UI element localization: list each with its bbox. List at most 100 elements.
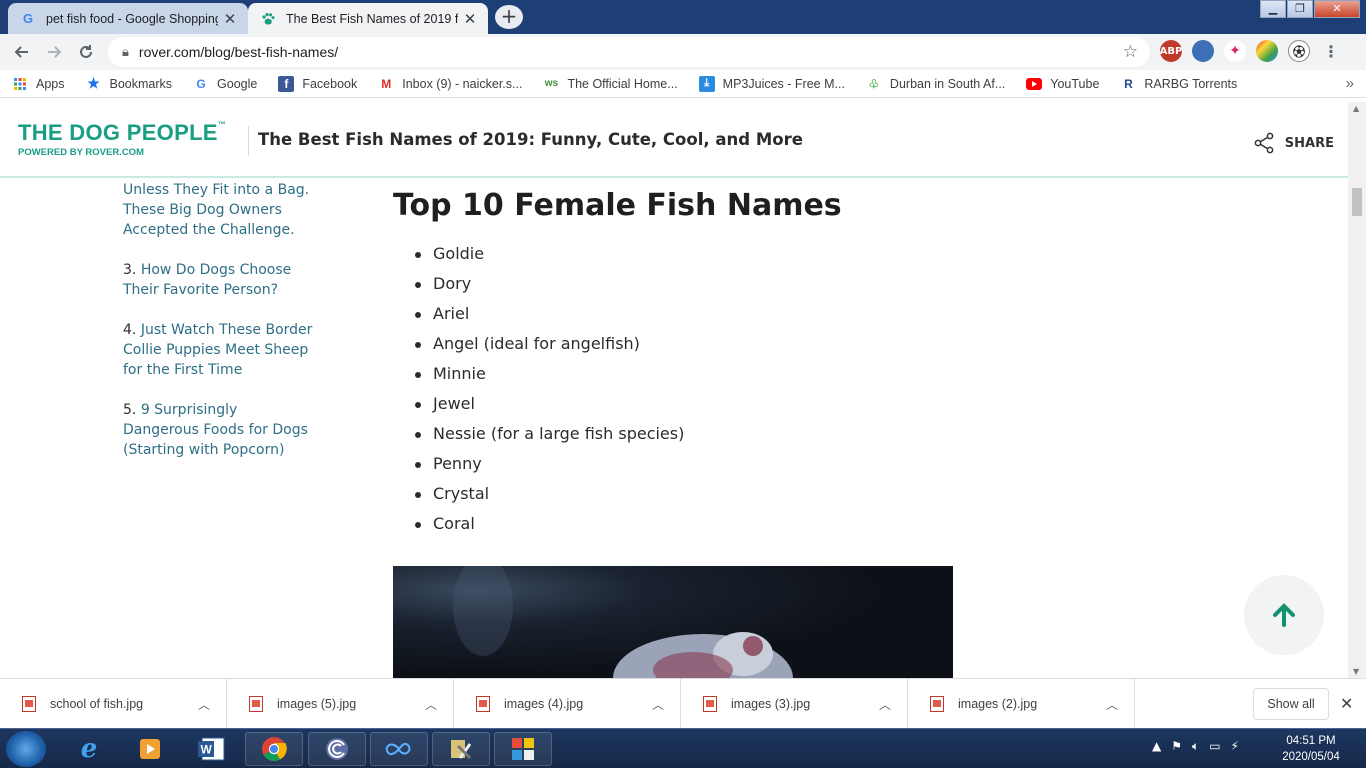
list-item: Dory (415, 269, 993, 299)
power-icon[interactable]: ⚡︎ (1231, 739, 1239, 754)
bookmark-star-icon[interactable]: ☆ (1123, 42, 1138, 62)
related-article-link[interactable]: How Do Dogs Choose Their Favorite Person… (123, 262, 291, 298)
close-icon[interactable]: ✕ (218, 10, 242, 28)
bookmark-label: Apps (36, 76, 65, 91)
bookmark-label: The Official Home... (567, 76, 678, 91)
svg-text:W: W (201, 743, 213, 757)
windows-tiles-icon[interactable] (494, 732, 552, 766)
minimize-button[interactable]: ▁ (1260, 0, 1286, 18)
tray-expand-icon[interactable]: ▲ (1152, 739, 1161, 754)
download-item[interactable]: images (2).jpg ︿ (908, 678, 1135, 729)
bookmark-inbox[interactable]: M Inbox (9) - naicker.s... (366, 76, 531, 92)
list-item: Nessie (for a large fish species) (415, 419, 993, 449)
list-item: Crystal (415, 479, 993, 509)
menu-dots-icon[interactable]: ⋮ (1320, 40, 1342, 62)
scroll-to-top-button[interactable] (1244, 575, 1324, 655)
url-text[interactable]: rover.com/blog/best-fish-names/ (139, 44, 1123, 60)
reload-button[interactable] (70, 36, 102, 68)
logo-trademark: ™ (217, 120, 227, 129)
more-bookmarks-button[interactable]: » (1346, 75, 1354, 92)
chevron-up-icon[interactable]: ︿ (198, 696, 210, 713)
tools-app-icon[interactable] (432, 732, 490, 766)
bookmark-facebook[interactable]: f Facebook (266, 75, 366, 92)
item-number: 3. (123, 262, 137, 278)
tab-google-shopping[interactable]: G pet fish food - Google Shopping ✕ (8, 3, 248, 34)
site-header: THE DOG PEOPLE™ POWERED BY ROVER.COM The… (0, 102, 1348, 178)
network-icon[interactable]: ▭ (1209, 739, 1220, 754)
globe-icon[interactable] (1192, 40, 1214, 62)
show-all-downloads-button[interactable]: Show all (1253, 688, 1329, 720)
gmail-icon: M (381, 76, 392, 91)
bookmark-label: Google (217, 76, 258, 91)
image-file-icon (249, 695, 263, 712)
chrome-icon[interactable] (245, 732, 303, 766)
colorful-extension-icon[interactable] (1256, 40, 1278, 62)
forward-button[interactable] (38, 36, 70, 68)
download-item[interactable]: images (4).jpg ︿ (454, 678, 681, 729)
list-item: Coral (415, 509, 993, 539)
share-button[interactable]: SHARE (1253, 132, 1334, 154)
scroll-up-arrow-icon[interactable]: ▲ (1353, 104, 1359, 113)
system-clock[interactable]: 04:51 PM 2020/05/04 (1276, 733, 1346, 765)
adblock-icon[interactable]: ABP (1160, 40, 1182, 62)
close-window-button[interactable]: ✕ (1314, 0, 1360, 18)
list-item: Goldie (415, 239, 993, 269)
bookmark-apps[interactable]: Apps (0, 76, 74, 92)
lock-icon: 🔒︎ (122, 44, 129, 59)
related-article-link[interactable]: Unless They Fit into a Bag. These Big Do… (123, 180, 313, 240)
bookmark-label: MP3Juices - Free M... (722, 76, 845, 91)
new-tab-button[interactable]: + (495, 5, 523, 29)
action-center-icon[interactable]: ⚑ (1171, 739, 1182, 754)
bookmark-rarbg[interactable]: R RARBG Torrents (1108, 76, 1246, 92)
infinity-app-icon[interactable] (370, 732, 428, 766)
star-icon: ★ (87, 75, 100, 91)
address-bar[interactable]: 🔒︎ rover.com/blog/best-fish-names/ ☆ (108, 37, 1150, 67)
image-file-icon (22, 695, 36, 712)
download-filename: images (3).jpg (731, 696, 811, 711)
bookmark-bookmarks[interactable]: ★ Bookmarks (74, 75, 182, 92)
tab-title: The Best Fish Names of 2019 for (286, 11, 458, 26)
close-icon[interactable]: ✕ (458, 10, 482, 28)
start-button[interactable] (6, 731, 46, 767)
swirl-app-icon[interactable] (308, 732, 366, 766)
bookmark-official-home[interactable]: ws The Official Home... (531, 76, 686, 92)
related-article-link[interactable]: Just Watch These Border Collie Puppies M… (123, 322, 312, 378)
internet-explorer-icon[interactable]: e (60, 732, 118, 766)
image-file-icon (930, 695, 944, 712)
chevron-up-icon[interactable]: ︿ (425, 696, 437, 713)
fish-names-list: Goldie Dory Ariel Angel (ideal for angel… (393, 239, 993, 539)
site-logo[interactable]: THE DOG PEOPLE™ POWERED BY ROVER.COM (18, 120, 226, 158)
scrollbar-thumb[interactable] (1352, 188, 1362, 216)
browser-title-bar: G pet fish food - Google Shopping ✕ The … (0, 0, 1366, 34)
soccer-ball-icon[interactable]: ⚽︎ (1288, 40, 1310, 62)
related-article-link[interactable]: 9 Surprisingly Dangerous Foods for Dogs … (123, 402, 308, 458)
back-button[interactable] (6, 36, 38, 68)
share-label: SHARE (1284, 135, 1334, 151)
chevron-up-icon[interactable]: ︿ (879, 696, 891, 713)
tab-fish-names[interactable]: The Best Fish Names of 2019 for ✕ (248, 3, 488, 34)
chevron-up-icon[interactable]: ︿ (652, 696, 664, 713)
close-icon[interactable]: ✕ (1340, 694, 1353, 714)
pin-icon[interactable]: ✦ (1224, 40, 1246, 62)
volume-icon[interactable]: 🔈︎ (1192, 739, 1199, 754)
chevron-up-icon[interactable]: ︿ (1106, 696, 1118, 713)
bookmark-google[interactable]: G Google (181, 76, 266, 92)
bookmark-mp3juices[interactable]: ⤓ MP3Juices - Free M... (687, 75, 854, 92)
bookmark-label: Durban in South Af... (889, 76, 1006, 91)
media-player-icon[interactable] (121, 732, 179, 766)
list-item: Minnie (415, 359, 993, 389)
bookmark-youtube[interactable]: YouTube (1014, 76, 1108, 92)
leaf-icon: ♧ (868, 76, 880, 91)
download-item[interactable]: school of fish.jpg ︿ (0, 678, 227, 729)
scroll-down-arrow-icon[interactable]: ▼ (1353, 667, 1359, 676)
restore-button[interactable]: ❐ (1287, 0, 1313, 18)
list-item: Jewel (415, 389, 993, 419)
download-item[interactable]: images (3).jpg ︿ (681, 678, 908, 729)
apps-grid-icon (12, 76, 28, 92)
forward-arrow-icon (48, 46, 62, 58)
bookmark-durban[interactable]: ♧ Durban in South Af... (854, 76, 1014, 92)
word-icon[interactable]: W (183, 732, 241, 766)
page-scrollbar[interactable]: ▲ ▼ (1348, 102, 1366, 678)
bookmark-label: Facebook (302, 76, 358, 91)
download-item[interactable]: images (5).jpg ︿ (227, 678, 454, 729)
